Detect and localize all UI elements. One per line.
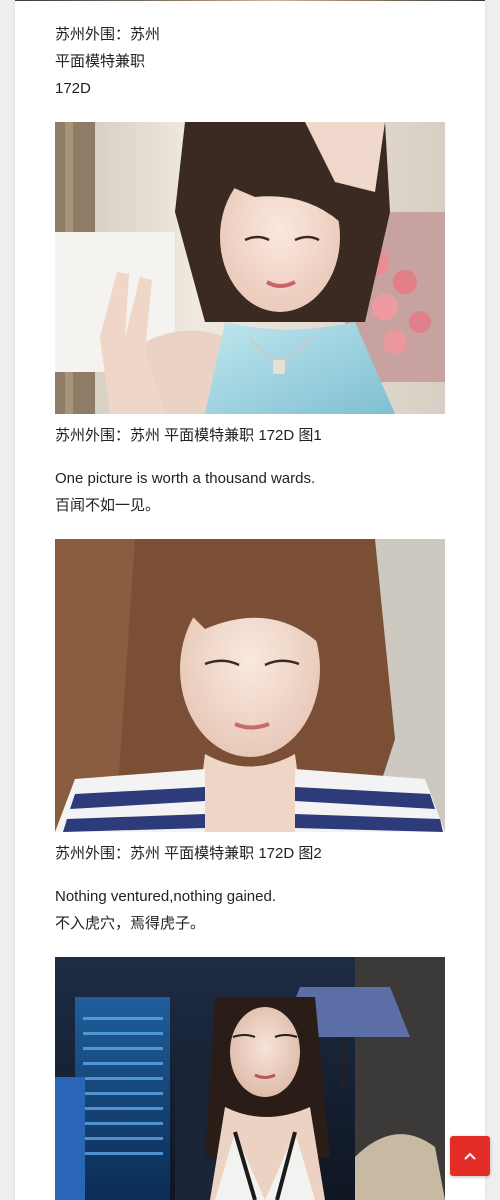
photo-1-caption: 苏州外围：苏州 平面模特兼职 172D 图1 [55,427,322,444]
quote-1-english: One picture is worth a thousand wards. [55,470,316,487]
quote-1-chinese: 百闻不如一见。 [55,497,161,514]
scroll-to-top-button[interactable] [450,1136,490,1176]
post-photo-1[interactable] [55,122,445,414]
chevron-up-icon [464,1152,476,1160]
previous-image-bottom-edge [15,0,485,1]
post-photo-2-image [55,539,445,832]
intro-line-1: 苏州外围：苏州 [55,26,161,43]
post-photo-3-image [55,957,445,1200]
quote-2-chinese: 不入虎穴，焉得虎子。 [55,915,206,932]
post-photo-3[interactable] [55,957,445,1200]
photo-2-caption: 苏州外围：苏州 平面模特兼职 172D 图2 [55,845,322,862]
post-content-card: 苏州外围：苏州 平面模特兼职 172D 苏州外围：苏州 平面模特兼职 172D … [15,0,485,1200]
post-photo-1-image [55,122,445,414]
post-photo-2[interactable] [55,539,445,832]
intro-line-3: 172D [55,80,91,97]
intro-line-2: 平面模特兼职 [55,53,146,70]
quote-2-english: Nothing ventured,nothing gained. [55,888,277,905]
